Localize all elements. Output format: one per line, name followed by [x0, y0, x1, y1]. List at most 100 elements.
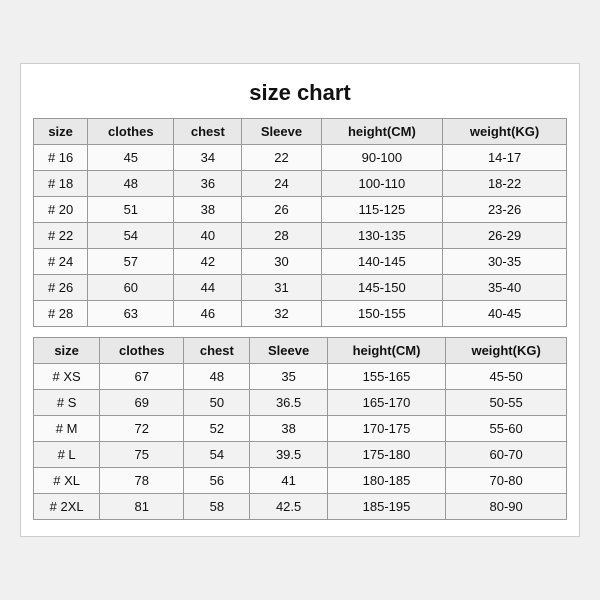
header-cell: weight(KG) [446, 338, 567, 364]
header-cell: weight(KG) [443, 119, 567, 145]
table-cell: 42.5 [250, 494, 327, 520]
table-cell: # L [34, 442, 100, 468]
table-cell: 50 [184, 390, 250, 416]
table-cell: 58 [184, 494, 250, 520]
header-cell: chest [184, 338, 250, 364]
table-cell: 24 [242, 171, 321, 197]
table-cell: # 26 [34, 275, 88, 301]
table-cell: 22 [242, 145, 321, 171]
table-cell: # 18 [34, 171, 88, 197]
table-cell: 69 [100, 390, 184, 416]
table-cell: # 22 [34, 223, 88, 249]
table-cell: 60-70 [446, 442, 567, 468]
header-cell: height(CM) [321, 119, 443, 145]
table-cell: 67 [100, 364, 184, 390]
header-cell: size [34, 119, 88, 145]
table-cell: 115-125 [321, 197, 443, 223]
table-cell: 48 [184, 364, 250, 390]
table-cell: 72 [100, 416, 184, 442]
table-cell: # 20 [34, 197, 88, 223]
table-cell: # 2XL [34, 494, 100, 520]
table-row: # 24574230140-14530-35 [34, 249, 567, 275]
table-cell: # S [34, 390, 100, 416]
table-cell: # 16 [34, 145, 88, 171]
table-cell: 14-17 [443, 145, 567, 171]
table-cell: 41 [250, 468, 327, 494]
table-cell: 54 [184, 442, 250, 468]
table2-body: # XS674835155-16545-50# S695036.5165-170… [34, 364, 567, 520]
table-cell: 38 [250, 416, 327, 442]
table-cell: 31 [242, 275, 321, 301]
table-cell: 45-50 [446, 364, 567, 390]
table-cell: 35-40 [443, 275, 567, 301]
table-cell: 150-155 [321, 301, 443, 327]
table-row: # XL785641180-18570-80 [34, 468, 567, 494]
table-cell: 32 [242, 301, 321, 327]
table-row: # XS674835155-16545-50 [34, 364, 567, 390]
table-cell: 185-195 [327, 494, 445, 520]
header-cell: chest [174, 119, 242, 145]
table-row: # 18483624100-11018-22 [34, 171, 567, 197]
size-table-1: sizeclotheschestSleeveheight(CM)weight(K… [33, 118, 567, 327]
table-cell: 140-145 [321, 249, 443, 275]
table-cell: 51 [88, 197, 174, 223]
table-cell: 40-45 [443, 301, 567, 327]
table2-header: sizeclotheschestSleeveheight(CM)weight(K… [34, 338, 567, 364]
table-cell: 34 [174, 145, 242, 171]
table-row: # L755439.5175-18060-70 [34, 442, 567, 468]
table-row: # 26604431145-15035-40 [34, 275, 567, 301]
table-cell: # XL [34, 468, 100, 494]
table-cell: 44 [174, 275, 242, 301]
table-cell: 26-29 [443, 223, 567, 249]
table-row: # 1645342290-10014-17 [34, 145, 567, 171]
table-row: # 22544028130-13526-29 [34, 223, 567, 249]
table-cell: 54 [88, 223, 174, 249]
table-row: # S695036.5165-17050-55 [34, 390, 567, 416]
table-cell: 57 [88, 249, 174, 275]
table-cell: 55-60 [446, 416, 567, 442]
table-cell: 30 [242, 249, 321, 275]
table-cell: 26 [242, 197, 321, 223]
table-cell: # M [34, 416, 100, 442]
table-cell: 90-100 [321, 145, 443, 171]
table-cell: 45 [88, 145, 174, 171]
table-cell: 130-135 [321, 223, 443, 249]
table1-header: sizeclotheschestSleeveheight(CM)weight(K… [34, 119, 567, 145]
table-row: # 2XL815842.5185-19580-90 [34, 494, 567, 520]
table-cell: 36 [174, 171, 242, 197]
header-cell: height(CM) [327, 338, 445, 364]
table-cell: 165-170 [327, 390, 445, 416]
table-row: # 20513826115-12523-26 [34, 197, 567, 223]
table-cell: 60 [88, 275, 174, 301]
table-cell: 155-165 [327, 364, 445, 390]
table-cell: 170-175 [327, 416, 445, 442]
header-cell: clothes [100, 338, 184, 364]
table-cell: 70-80 [446, 468, 567, 494]
table-row: # M725238170-17555-60 [34, 416, 567, 442]
table-cell: 28 [242, 223, 321, 249]
header-cell: Sleeve [250, 338, 327, 364]
table-cell: # 28 [34, 301, 88, 327]
table-cell: 36.5 [250, 390, 327, 416]
header-cell: size [34, 338, 100, 364]
table-cell: 38 [174, 197, 242, 223]
table-cell: 23-26 [443, 197, 567, 223]
table-cell: 35 [250, 364, 327, 390]
chart-title: size chart [33, 80, 567, 106]
table-cell: 175-180 [327, 442, 445, 468]
table-cell: 18-22 [443, 171, 567, 197]
table-cell: 81 [100, 494, 184, 520]
table-cell: 80-90 [446, 494, 567, 520]
table-cell: 63 [88, 301, 174, 327]
table-cell: 40 [174, 223, 242, 249]
table-cell: 75 [100, 442, 184, 468]
table-cell: # 24 [34, 249, 88, 275]
table-cell: 48 [88, 171, 174, 197]
header-cell: Sleeve [242, 119, 321, 145]
table-cell: 46 [174, 301, 242, 327]
header-cell: clothes [88, 119, 174, 145]
table-cell: 180-185 [327, 468, 445, 494]
size-chart-card: size chart sizeclotheschestSleeveheight(… [20, 63, 580, 537]
table-cell: 39.5 [250, 442, 327, 468]
table-row: # 28634632150-15540-45 [34, 301, 567, 327]
